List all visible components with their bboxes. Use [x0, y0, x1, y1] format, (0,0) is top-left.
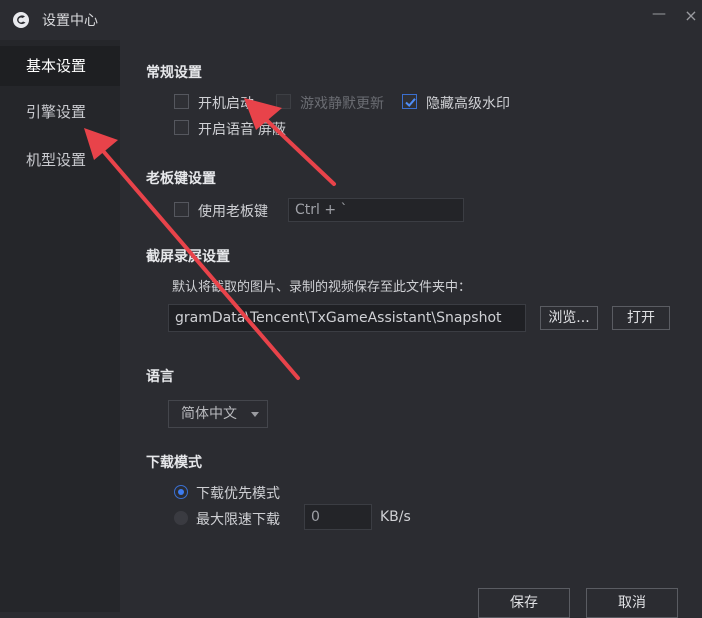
- chevron-down-icon: [251, 412, 259, 417]
- sidebar-item-device[interactable]: 机型设置: [0, 140, 120, 180]
- hide-watermark-checkbox[interactable]: [402, 94, 417, 109]
- language-selected-value: 简体中文: [181, 406, 237, 422]
- silent-update-label: 游戏静默更新: [300, 96, 384, 112]
- silent-update-checkbox[interactable]: [276, 94, 291, 109]
- download-limit-input[interactable]: 0: [304, 504, 372, 530]
- sidebar-item-basic[interactable]: 基本设置: [0, 46, 120, 86]
- save-button[interactable]: 保存: [478, 588, 570, 618]
- screenshot-path-input[interactable]: gramData\Tencent\TxGameAssistant\Snapsho…: [168, 304, 526, 332]
- bosskey-checkbox[interactable]: [174, 202, 189, 217]
- voice-checkbox[interactable]: [174, 120, 189, 135]
- general-section-title: 常规设置: [146, 65, 202, 81]
- bosskey-hotkey-input[interactable]: Ctrl + `: [288, 198, 464, 222]
- download-section-title: 下载模式: [146, 455, 202, 471]
- screenshot-description: 默认将截取的图片、录制的视频保存至此文件夹中：: [172, 280, 472, 295]
- screenshot-section-title: 截屏录屏设置: [146, 249, 230, 265]
- hide-watermark-label: 隐藏高级水印: [426, 96, 510, 112]
- download-limit-label: 最大限速下载: [196, 512, 280, 528]
- download-limit-unit: KB/s: [380, 509, 411, 525]
- voice-label: 开启语音: [198, 122, 254, 138]
- sidebar-item-engine[interactable]: 引擎设置: [0, 92, 120, 132]
- close-button[interactable]: ×: [682, 6, 700, 30]
- voice-label-suffix: 屏蔽: [258, 122, 286, 138]
- bosskey-label: 使用老板键: [198, 204, 268, 220]
- language-select[interactable]: 简体中文: [168, 400, 268, 428]
- download-priority-label: 下载优先模式: [196, 486, 280, 502]
- open-folder-button[interactable]: 打开: [612, 306, 670, 330]
- language-section-title: 语言: [146, 369, 174, 385]
- bosskey-section-title: 老板键设置: [146, 171, 216, 187]
- download-priority-radio[interactable]: [174, 485, 188, 499]
- app-logo-icon: [13, 12, 29, 28]
- minimize-button[interactable]: —: [652, 6, 666, 26]
- cancel-button[interactable]: 取消: [586, 588, 678, 618]
- title-bar: 设置中心 — ×: [0, 0, 702, 40]
- browse-button[interactable]: 浏览...: [540, 306, 598, 330]
- autostart-label: 开机启动: [198, 96, 254, 112]
- autostart-checkbox[interactable]: [174, 94, 189, 109]
- sidebar: 基本设置 引擎设置 机型设置: [0, 40, 120, 612]
- window-title: 设置中心: [42, 13, 98, 29]
- check-icon: [405, 98, 416, 107]
- download-limit-radio[interactable]: [174, 511, 188, 525]
